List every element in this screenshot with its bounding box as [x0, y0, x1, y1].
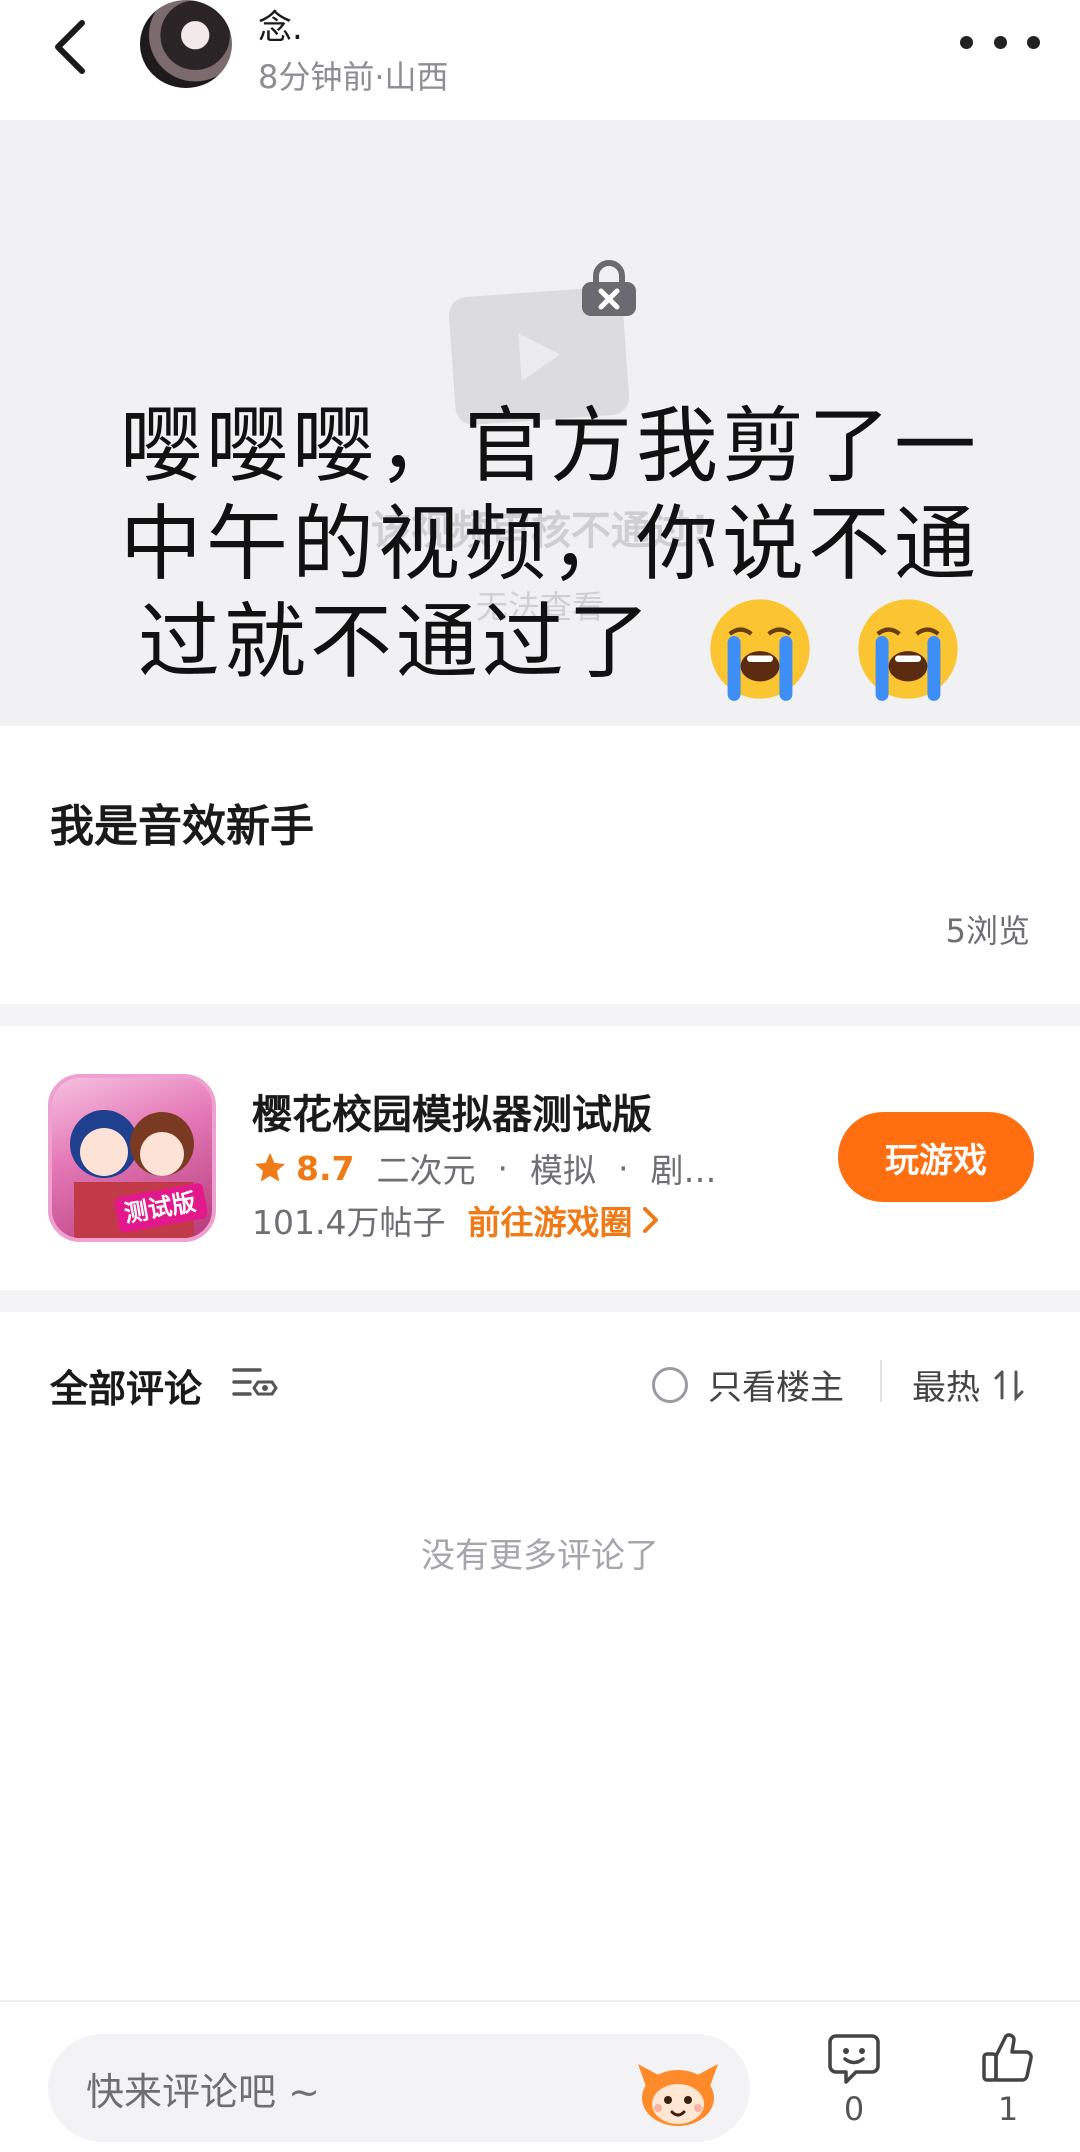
chevron-right-icon — [643, 1207, 659, 1233]
comment-icon — [828, 2034, 880, 2084]
star-icon — [255, 1153, 285, 1182]
comment-input-placeholder: 快来评论吧 ~ — [86, 2069, 320, 2114]
game-post-count: 101.4万帖子 — [252, 1203, 446, 1242]
avatar[interactable] — [140, 0, 232, 88]
game-rating: 8.7 — [296, 1148, 355, 1188]
thumbs-up-icon — [982, 2033, 1033, 2082]
play-game-button[interactable]: 玩游戏 — [838, 1112, 1034, 1202]
video-area[interactable]: 该视频审核不通过! 无法查看 嘤嘤嘤，官方我剪了一 中午的视频，你说不通 过就不… — [0, 120, 1080, 726]
crying-face-icon — [710, 599, 810, 701]
overlay-line: 中午的视频，你说不通 — [119, 497, 980, 592]
post-header: 念. 8分钟前·山西 — [0, 0, 1080, 120]
tag-separator: · — [497, 1148, 508, 1188]
crying-emoji-group — [696, 594, 962, 703]
handwritten-overlay: 嘤嘤嘤，官方我剪了一 中午的视频，你说不通 过就不通过了 — [60, 398, 1040, 703]
vertical-divider — [880, 1360, 882, 1402]
chevron-left-icon — [55, 20, 85, 74]
game-tag: 二次元 — [376, 1151, 476, 1190]
radio-icon — [652, 1366, 688, 1403]
like-count: 1 — [997, 2090, 1019, 2128]
game-icon[interactable]: 测试版 — [48, 1074, 216, 1242]
only-op-label: 只看楼主 — [708, 1368, 844, 1408]
post-time-location: 8分钟前·山西 — [258, 58, 449, 96]
username[interactable]: 念. — [258, 0, 303, 49]
like-action[interactable]: 1 — [968, 2030, 1048, 2128]
overlay-line: 嘤嘤嘤，官方我剪了一 — [119, 399, 980, 494]
crying-face-icon — [858, 599, 958, 701]
overlay-line-text: 过就不通过了 — [137, 595, 654, 690]
game-tag: 剧… — [650, 1151, 717, 1190]
sort-selector[interactable]: 最热 — [912, 1360, 1028, 1409]
filter-icon[interactable] — [230, 1362, 280, 1402]
post-title: 我是音效新手 — [50, 801, 314, 852]
game-tag: 模拟 — [529, 1151, 596, 1190]
game-circle-link[interactable]: 前往游戏圈 — [467, 1196, 662, 1244]
comment-action[interactable]: 0 — [814, 2030, 894, 2128]
overlay-line: 过就不通过了 — [60, 594, 1040, 703]
comments-title: 全部评论 — [50, 1367, 203, 1411]
sort-icon — [994, 1370, 1024, 1402]
game-name[interactable]: 樱花校园模拟器测试版 — [252, 1082, 652, 1140]
lock-icon — [582, 260, 636, 316]
game-circle-link-label: 前往游戏圈 — [467, 1203, 633, 1242]
tag-separator: · — [617, 1148, 629, 1188]
game-posts-row: 101.4万帖子 前往游戏圈 — [252, 1196, 662, 1244]
section-divider — [0, 1290, 1080, 1312]
game-meta: 8.7 二次元 · 模拟 · 剧… — [252, 1144, 738, 1192]
mascot-icon[interactable] — [634, 2052, 722, 2128]
section-divider — [0, 1004, 1080, 1026]
no-more-comments: 没有更多评论了 — [421, 1536, 659, 1576]
more-dots-icon[interactable] — [960, 22, 1040, 62]
only-op-toggle[interactable]: 只看楼主 — [652, 1360, 844, 1409]
game-art: 测试版 — [70, 1110, 208, 1238]
back-button[interactable] — [40, 12, 100, 82]
view-count: 5浏览 — [945, 912, 1030, 950]
play-icon — [518, 330, 562, 382]
comment-count: 0 — [843, 2090, 865, 2128]
sort-label: 最热 — [912, 1368, 980, 1408]
bottom-bar: 快来评论吧 ~ 0 1 — [0, 2000, 1080, 2152]
